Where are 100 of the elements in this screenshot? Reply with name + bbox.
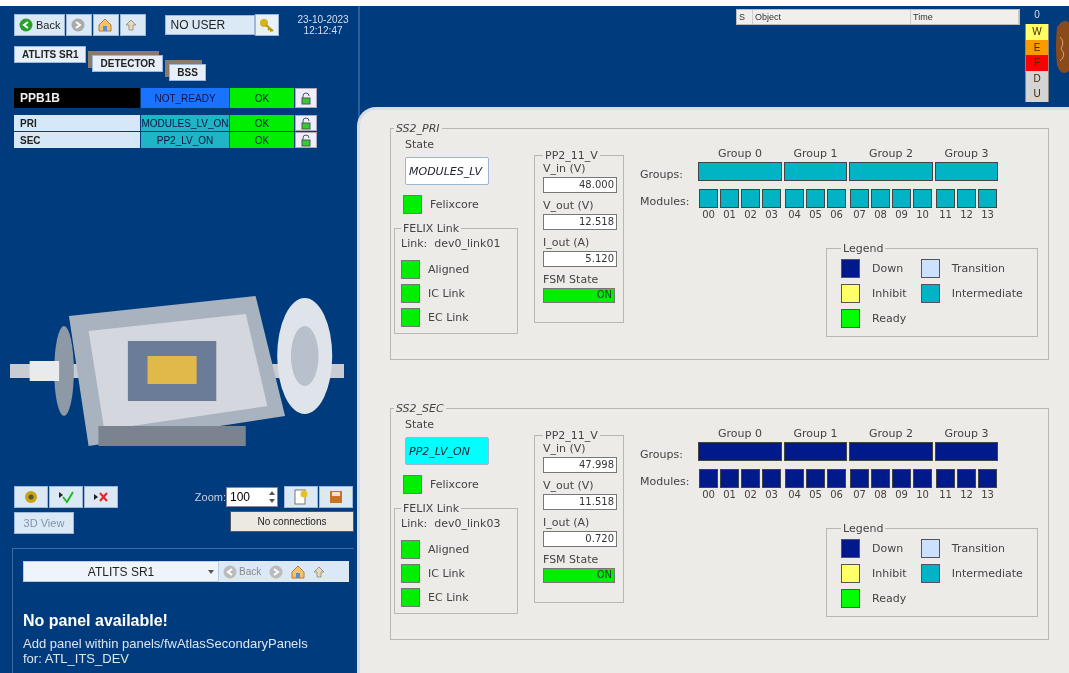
- module-label: 05: [809, 489, 822, 500]
- indicator-label: Felixcore: [430, 198, 479, 211]
- lock-icon: [301, 133, 311, 147]
- value-field: 47.998: [543, 457, 617, 473]
- save-icon: [329, 490, 343, 504]
- module-label: 00: [702, 209, 715, 220]
- up-button[interactable]: [120, 14, 147, 36]
- module-label: 02: [744, 489, 757, 500]
- alarm-level[interactable]: U: [1025, 86, 1049, 102]
- module-label: 08: [874, 489, 887, 500]
- module-label: 08: [874, 209, 887, 220]
- state-cell[interactable]: NOT_READY: [141, 88, 229, 108]
- frame-title: FELIX Link: [402, 502, 461, 515]
- alarm-level[interactable]: W: [1025, 24, 1049, 40]
- state-cell[interactable]: MODULES_LV_ON: [141, 115, 229, 131]
- legend-label: Ready: [872, 592, 907, 605]
- module-label: 07: [853, 489, 866, 500]
- module-label: 09: [895, 489, 908, 500]
- groups-label: Groups:: [640, 167, 684, 183]
- legend-label: Down: [872, 542, 904, 555]
- date-text: 23-10-2023: [297, 14, 349, 25]
- child-name[interactable]: PRI: [14, 115, 140, 131]
- message-text: for: ATL_ITS_DEV: [23, 651, 130, 666]
- lock-button[interactable]: [295, 132, 317, 148]
- field-label: I_out (A): [543, 516, 591, 529]
- column-header[interactable]: Time: [911, 10, 1019, 24]
- state-field[interactable]: PP2_LV_ON: [405, 437, 489, 465]
- group-label: Group 3: [943, 147, 990, 162]
- legend-label: Transition: [951, 542, 1005, 555]
- settings-icon: [24, 490, 38, 504]
- panel-title: SS2_SEC: [395, 402, 445, 415]
- login-button[interactable]: [255, 14, 280, 36]
- state-label: State: [405, 418, 436, 431]
- field-label: V_in (V): [543, 442, 587, 455]
- module-label: 03: [765, 209, 778, 220]
- fsm-state-field: ON: [543, 288, 615, 303]
- help-button[interactable]: [284, 486, 318, 508]
- group-label: Group 0: [717, 427, 763, 442]
- field-label: I_out (A): [543, 236, 591, 249]
- module-label: 06: [830, 209, 843, 220]
- legend-label: Down: [872, 262, 904, 275]
- column-header[interactable]: S: [737, 10, 753, 24]
- disable-button[interactable]: [84, 486, 118, 508]
- module-label: 07: [853, 209, 866, 220]
- group-label: Group 3: [943, 427, 990, 442]
- legend-label: Inhibit: [872, 567, 907, 580]
- save-button[interactable]: [319, 486, 353, 508]
- breadcrumb-button[interactable]: ATLITS SR1: [14, 46, 87, 63]
- groups-label: Groups:: [640, 447, 684, 463]
- node-name[interactable]: PPB1B: [14, 88, 140, 108]
- lock-button[interactable]: [295, 115, 317, 131]
- key-icon: [259, 18, 276, 32]
- indicator-label: IC Link: [428, 567, 465, 580]
- frame-title: Legend: [842, 522, 885, 535]
- fsm-state-field: ON: [543, 568, 615, 583]
- status-cell: OK: [230, 132, 294, 148]
- home-button[interactable]: [93, 14, 120, 36]
- module-label: 09: [895, 209, 908, 220]
- frame-title: PP2_11_V: [544, 429, 599, 442]
- link-text: Link: dev0_link01: [401, 237, 502, 250]
- link-text: Link: dev0_link03: [401, 517, 502, 530]
- module-label: 03: [765, 489, 778, 500]
- frame-title: Legend: [842, 242, 885, 255]
- legend-label: Transition: [951, 262, 1005, 275]
- group-label: Group 1: [792, 147, 839, 162]
- alarm-count: 0: [1033, 9, 1041, 22]
- state-cell[interactable]: PP2_LV_ON: [141, 132, 229, 148]
- module-label: 01: [723, 489, 736, 500]
- lock-icon: [301, 91, 311, 105]
- child-name[interactable]: SEC: [14, 132, 140, 148]
- field-label: FSM State: [543, 273, 600, 286]
- settings-button[interactable]: [14, 486, 48, 508]
- zoom-field[interactable]: 100: [226, 487, 278, 507]
- forward-button[interactable]: [66, 14, 93, 36]
- indicator-label: EC Link: [428, 311, 469, 324]
- zoom-label: Zoom:: [194, 491, 226, 503]
- modules-label: Modules:: [640, 194, 691, 210]
- user-field[interactable]: NO USER: [165, 15, 256, 35]
- caret-icon: [208, 570, 214, 574]
- group-label: Group 0: [717, 147, 763, 162]
- module-label: 13: [981, 489, 994, 500]
- home-icon: [291, 564, 306, 579]
- frame-title: PP2_11_V: [544, 149, 599, 162]
- status-cell: OK: [230, 88, 294, 108]
- column-header[interactable]: Object: [753, 10, 911, 24]
- indicator-label: Aligned: [428, 263, 470, 276]
- lock-icon: [301, 116, 311, 130]
- module-label: 10: [916, 489, 929, 500]
- module-label: 01: [723, 209, 736, 220]
- connections-button[interactable]: No connections: [230, 510, 354, 532]
- state-field[interactable]: MODULES_LV: [405, 157, 489, 185]
- value-field: 12.518: [543, 214, 617, 230]
- field-label: V_out (V): [543, 199, 595, 212]
- module-label: 04: [788, 209, 801, 220]
- lock-button[interactable]: [295, 88, 317, 108]
- panel-dropdown[interactable]: ATLITS SR1: [23, 561, 219, 582]
- back-button[interactable]: Back: [14, 14, 66, 36]
- module-label: 12: [960, 209, 973, 220]
- value-field: 48.000: [543, 177, 617, 193]
- module-label: 12: [960, 489, 973, 500]
